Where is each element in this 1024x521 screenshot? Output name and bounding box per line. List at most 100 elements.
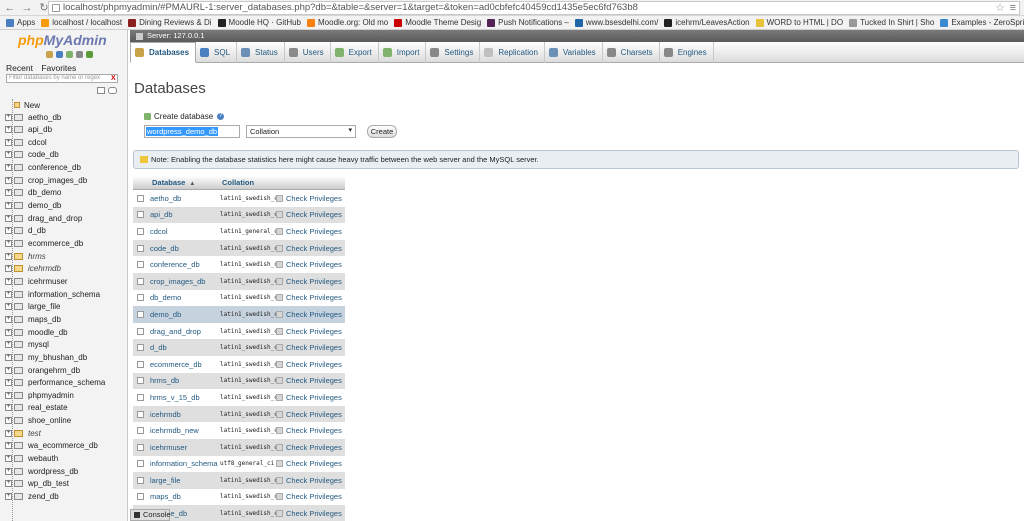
nav-db-item[interactable]: + aetho_db: [5, 111, 61, 123]
row-checkbox[interactable]: [137, 377, 144, 385]
expand-icon[interactable]: +: [5, 126, 12, 134]
check-privileges-link[interactable]: Check Privileges: [286, 260, 342, 269]
expand-icon[interactable]: +: [5, 429, 12, 437]
expand-icon[interactable]: +: [5, 353, 12, 361]
bookmark-item[interactable]: Dining Reviews & Di: [128, 18, 212, 27]
tab-export[interactable]: Export: [331, 42, 379, 63]
row-database-name[interactable]: drag_and_drop: [150, 327, 220, 336]
tab-replication[interactable]: Replication: [480, 42, 545, 63]
nav-db-item[interactable]: + code_db: [5, 149, 59, 161]
recent-tab[interactable]: Recent: [6, 63, 33, 73]
row-database-name[interactable]: maps_db: [150, 492, 220, 501]
nav-db-item[interactable]: + information_schema: [5, 288, 100, 300]
expand-icon[interactable]: +: [5, 176, 12, 184]
check-privileges-link[interactable]: Check Privileges: [286, 410, 342, 419]
expand-icon[interactable]: +: [5, 202, 12, 210]
address-bar[interactable]: localhost/phpmyadmin/#PMAURL-1:server_da…: [48, 1, 1020, 15]
nav-db-item[interactable]: + test: [5, 427, 41, 439]
check-privileges-link[interactable]: Check Privileges: [286, 310, 342, 319]
bookmark-star-icon[interactable]: ☆: [995, 2, 1005, 14]
docs-icon[interactable]: [66, 51, 73, 58]
expand-icon[interactable]: +: [5, 290, 12, 298]
check-privileges-link[interactable]: Check Privileges: [286, 277, 342, 286]
check-privileges-link[interactable]: Check Privileges: [286, 244, 342, 253]
row-database-name[interactable]: ecommerce_db: [150, 360, 220, 369]
tab-sql[interactable]: SQL: [196, 42, 238, 63]
expand-icon[interactable]: +: [5, 265, 12, 273]
nav-db-item[interactable]: + conference_db: [5, 162, 81, 174]
row-checkbox[interactable]: [137, 360, 144, 368]
tab-status[interactable]: Status: [237, 42, 285, 63]
check-privileges-link[interactable]: Check Privileges: [286, 327, 342, 336]
row-database-name[interactable]: demo_db: [150, 310, 220, 319]
nav-db-item[interactable]: + cdcol: [5, 136, 47, 148]
row-checkbox[interactable]: [137, 327, 144, 335]
home-icon[interactable]: [46, 51, 53, 58]
check-privileges-link[interactable]: Check Privileges: [286, 376, 342, 385]
expand-icon[interactable]: +: [5, 227, 12, 235]
nav-db-item[interactable]: + icehrmdb: [5, 263, 61, 275]
expand-icon[interactable]: +: [5, 417, 12, 425]
bookmark-item[interactable]: Push Notifications –: [487, 18, 569, 27]
nav-db-item[interactable]: + wp_db_test: [5, 478, 69, 490]
bookmark-item[interactable]: Moodle.org: Old mo: [307, 18, 388, 27]
browser-menu-icon[interactable]: ≡: [1010, 2, 1016, 14]
expand-icon[interactable]: +: [5, 189, 12, 197]
expand-icon[interactable]: +: [5, 252, 12, 260]
nav-db-item[interactable]: + ecommerce_db: [5, 238, 83, 250]
check-privileges-link[interactable]: Check Privileges: [286, 360, 342, 369]
row-database-name[interactable]: cdcol: [150, 227, 220, 236]
nav-db-item[interactable]: + demo_db: [5, 200, 61, 212]
check-privileges-link[interactable]: Check Privileges: [286, 426, 342, 435]
link-with-main-icon[interactable]: [108, 87, 117, 94]
row-database-name[interactable]: api_db: [150, 210, 220, 219]
row-checkbox[interactable]: [137, 410, 144, 418]
expand-icon[interactable]: +: [5, 328, 12, 336]
new-database-link[interactable]: New: [14, 99, 40, 111]
bookmark-item[interactable]: Examples - ZeroSprite: [940, 18, 1024, 27]
row-checkbox[interactable]: [137, 443, 144, 451]
forward-icon[interactable]: →: [20, 1, 34, 15]
bookmark-item[interactable]: Moodle HQ · GitHub: [217, 18, 301, 27]
expand-icon[interactable]: +: [5, 240, 12, 247]
check-privileges-link[interactable]: Check Privileges: [286, 492, 342, 501]
header-collation[interactable]: Collation: [222, 178, 254, 187]
row-database-name[interactable]: icehrmuser: [150, 443, 220, 452]
row-database-name[interactable]: code_db: [150, 244, 220, 253]
phpmyadmin-logo[interactable]: phpMyAdmin: [18, 32, 107, 48]
expand-icon[interactable]: +: [5, 442, 12, 450]
check-privileges-link[interactable]: Check Privileges: [286, 393, 342, 402]
check-privileges-link[interactable]: Check Privileges: [286, 194, 342, 203]
nav-db-item[interactable]: + zend_db: [5, 491, 59, 503]
logout-icon[interactable]: [56, 51, 63, 58]
row-database-name[interactable]: crop_images_db: [150, 277, 220, 286]
create-button[interactable]: Create: [367, 125, 397, 138]
check-privileges-link[interactable]: Check Privileges: [286, 210, 342, 219]
bookmark-item[interactable]: Tucked In Shirt | Sho: [849, 18, 934, 27]
tab-users[interactable]: Users: [285, 42, 331, 63]
clear-filter-icon[interactable]: X: [111, 75, 116, 82]
row-checkbox[interactable]: [137, 211, 144, 219]
expand-icon[interactable]: +: [5, 480, 12, 488]
tab-variables[interactable]: Variables: [545, 42, 603, 63]
collation-select[interactable]: Collation ▾: [246, 125, 356, 138]
row-checkbox[interactable]: [137, 393, 144, 401]
check-privileges-link[interactable]: Check Privileges: [286, 459, 342, 468]
row-database-name[interactable]: aetho_db: [150, 194, 220, 203]
row-checkbox[interactable]: [137, 277, 144, 285]
row-checkbox[interactable]: [137, 493, 144, 501]
expand-icon[interactable]: +: [5, 379, 12, 387]
bookmark-item[interactable]: localhost / localhost: [41, 18, 122, 27]
expand-icon[interactable]: +: [5, 138, 12, 146]
expand-icon[interactable]: +: [5, 277, 12, 285]
expand-icon[interactable]: +: [5, 391, 12, 399]
expand-icon[interactable]: +: [5, 404, 12, 412]
collapse-all-icon[interactable]: [97, 87, 105, 94]
row-database-name[interactable]: large_file: [150, 476, 220, 485]
nav-db-item[interactable]: + hrms: [5, 250, 46, 262]
reload-nav-icon[interactable]: [86, 51, 93, 58]
nav-db-item[interactable]: + maps_db: [5, 313, 61, 325]
row-checkbox[interactable]: [137, 227, 144, 235]
filter-databases-input[interactable]: Filter databases by name or regex: [6, 74, 118, 83]
expand-icon[interactable]: +: [5, 493, 12, 500]
